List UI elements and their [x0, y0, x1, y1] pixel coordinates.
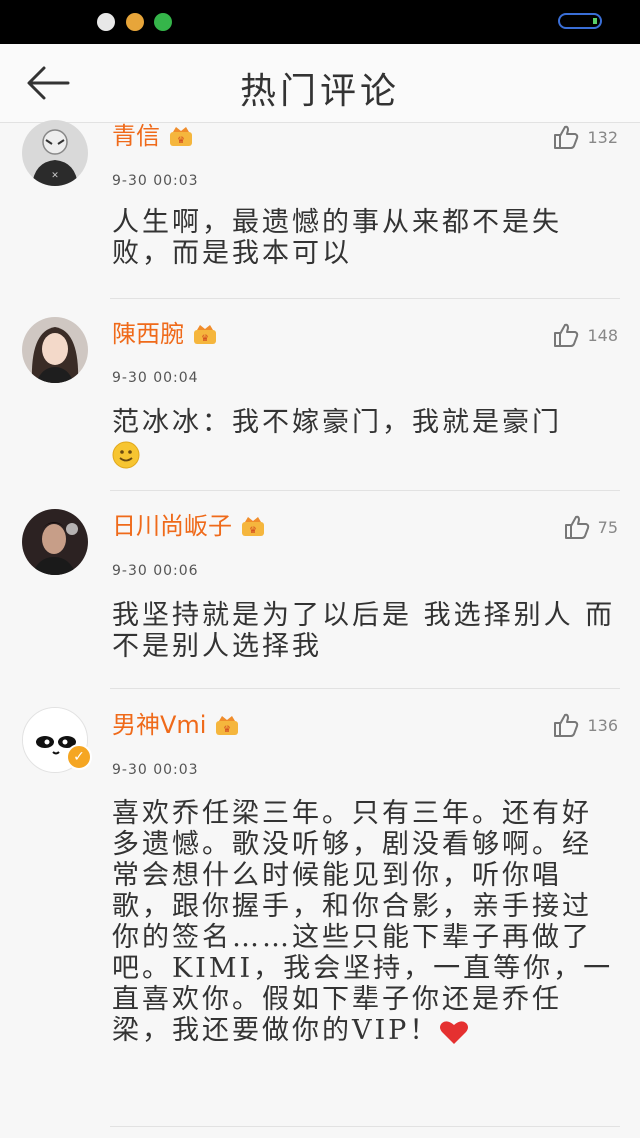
thumbs-up-icon — [554, 713, 579, 737]
vip-crown-icon: ♛ — [216, 716, 239, 735]
battery-icon — [558, 13, 602, 29]
username[interactable]: 日川尚岅子 ♛ — [112, 514, 266, 538]
vip-crown-icon: ♛ — [170, 127, 192, 146]
avatar[interactable] — [22, 509, 88, 575]
timestamp: 9-30 00:03 — [112, 762, 199, 778]
like-button[interactable]: 136 — [553, 710, 618, 740]
thumbs-up-icon — [554, 323, 579, 347]
like-count: 136 — [587, 715, 618, 735]
timestamp: 9-30 00:04 — [112, 370, 199, 386]
timestamp: 9-30 00:06 — [112, 563, 199, 579]
like-count: 148 — [587, 325, 618, 345]
like-count: 75 — [597, 517, 618, 537]
android-notification-icon — [154, 13, 172, 31]
comment-text: 喜欢乔任梁三年。只有三年。还有好多遗憾。歌没听够，剧没看够啊。经常会想什么时候能… — [112, 798, 614, 1046]
divider — [110, 298, 620, 299]
page-title: 热门评论 — [239, 71, 400, 112]
username[interactable]: 陳西腕 ♛ — [112, 322, 218, 346]
divider — [110, 490, 620, 491]
vip-crown-icon: ♛ — [194, 325, 216, 344]
thumbs-up-icon — [554, 125, 579, 149]
verified-icon: ✓ — [66, 744, 92, 770]
svg-text:♛: ♛ — [249, 526, 257, 536]
thumbs-up-icon — [564, 515, 589, 539]
top-bar: 热门评论 — [0, 44, 640, 123]
svg-text:♛: ♛ — [177, 136, 185, 146]
svg-text:♛: ♛ — [201, 334, 209, 344]
divider — [110, 1126, 620, 1127]
svg-text:♛: ♛ — [223, 725, 231, 735]
divider — [110, 688, 620, 689]
timestamp: 9-30 00:03 — [112, 173, 199, 189]
comment-text: 我坚持就是为了以后是 我选择别人 而不是别人选择我 — [112, 600, 616, 662]
username[interactable]: 青信 ♛ — [112, 124, 194, 148]
like-button[interactable]: 132 — [553, 122, 618, 152]
vip-crown-icon: ♛ — [242, 517, 264, 536]
avatar[interactable] — [22, 317, 88, 383]
comment-text: 人生啊，最遗憾的事从来都不是失败，而是我本可以 — [112, 207, 562, 269]
avatar[interactable]: ✕ — [22, 120, 88, 186]
status-bar — [0, 0, 640, 44]
comment-text: 范冰冰：我不嫁豪门，我就是豪门 — [112, 407, 617, 469]
notification-icon — [97, 13, 115, 31]
svg-text:✕: ✕ — [51, 171, 59, 181]
smile-emoji-icon — [112, 441, 140, 468]
like-count: 132 — [587, 127, 618, 147]
like-button[interactable]: 75 — [564, 512, 618, 542]
username[interactable]: 男神Vmi ♛ — [112, 713, 240, 737]
app-notification-icon — [126, 13, 144, 31]
heart-emoji-icon — [440, 1020, 469, 1044]
like-button[interactable]: 148 — [553, 320, 618, 350]
